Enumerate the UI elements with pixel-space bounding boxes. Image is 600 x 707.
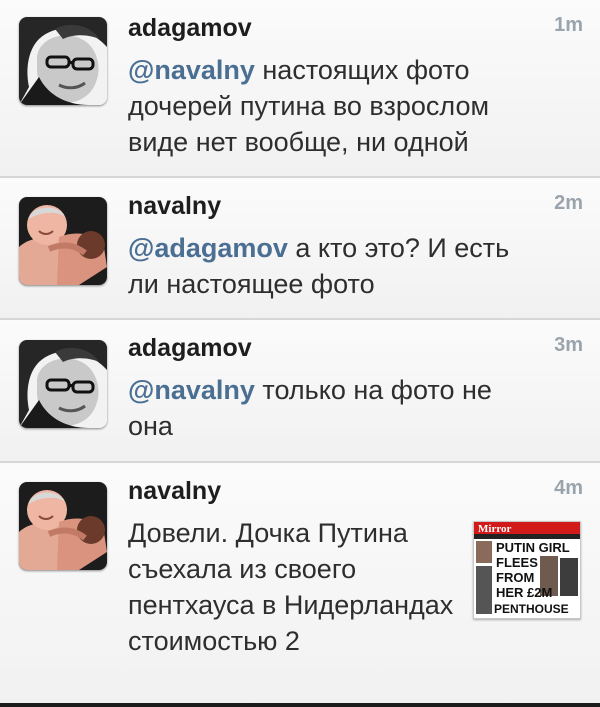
tweet-timestamp: 3m bbox=[554, 334, 583, 356]
tweet[interactable]: adagamov 3m @navalny только на фото не о… bbox=[0, 320, 600, 463]
timeline: adagamov 1m @navalny настоящих фото доче… bbox=[0, 0, 600, 707]
wrestler-avatar-icon bbox=[19, 197, 107, 285]
tweet-text: @navalny настоящих фото дочерей путина в… bbox=[128, 52, 528, 160]
tweet-text: @adagamov а кто это? И есть ли настоящее… bbox=[128, 230, 528, 302]
wrestler-avatar-icon bbox=[19, 482, 107, 570]
headline-line: FROM bbox=[496, 570, 534, 585]
tweet-username[interactable]: adagamov bbox=[128, 14, 252, 43]
tweet-mention[interactable]: @adagamov bbox=[128, 233, 288, 263]
masthead-text: Mirror bbox=[478, 523, 512, 535]
headline-line: PUTIN GIRL bbox=[496, 540, 570, 555]
tweet-username[interactable]: adagamov bbox=[128, 334, 252, 363]
newspaper-front-page-icon: Mirror PUTIN GIRL FLEES FROM HER £2M PEN… bbox=[474, 522, 580, 618]
man-glasses-avatar-icon bbox=[19, 17, 107, 105]
newspaper-thumbnail[interactable]: Mirror PUTIN GIRL FLEES FROM HER £2M PEN… bbox=[473, 521, 581, 619]
tweet-timestamp: 2m bbox=[554, 192, 583, 214]
tweet-text: Довели. Дочка Путина съехала из своего п… bbox=[128, 515, 458, 659]
tweet-mention[interactable]: @navalny bbox=[128, 375, 255, 405]
headline-line: FLEES bbox=[496, 555, 538, 570]
tweet-body: Довели. Дочка Путина съехала из своего п… bbox=[128, 518, 454, 656]
bottom-bar bbox=[0, 703, 600, 707]
tweet-username[interactable]: navalny bbox=[128, 477, 221, 506]
avatar[interactable] bbox=[19, 17, 107, 105]
man-glasses-avatar-icon bbox=[19, 340, 107, 428]
avatar[interactable] bbox=[19, 340, 107, 428]
headline-line: HER £2M bbox=[496, 585, 552, 600]
tweet[interactable]: adagamov 1m @navalny настоящих фото доче… bbox=[0, 0, 600, 178]
tweet-timestamp: 4m bbox=[554, 477, 583, 499]
avatar[interactable] bbox=[19, 482, 107, 570]
tweet-username[interactable]: navalny bbox=[128, 192, 221, 221]
headline-line: PENTHOUSE bbox=[494, 602, 569, 616]
tweet-timestamp: 1m bbox=[554, 14, 583, 36]
tweet[interactable]: navalny 2m @adagamov а кто это? И есть л… bbox=[0, 178, 600, 320]
tweet-mention[interactable]: @navalny bbox=[128, 55, 255, 85]
avatar[interactable] bbox=[19, 197, 107, 285]
tweet-text: @navalny только на фото не она bbox=[128, 372, 528, 444]
tweet[interactable]: navalny 4m Довели. Дочка Путина съехала … bbox=[0, 463, 600, 707]
